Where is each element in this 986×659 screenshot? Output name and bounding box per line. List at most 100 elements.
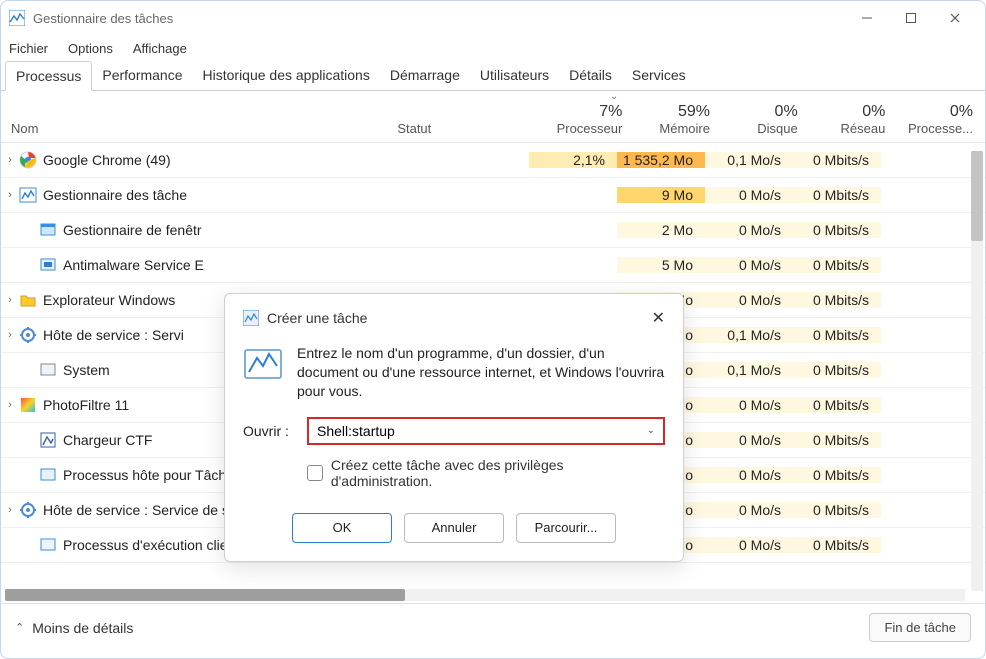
disk-cell: 0,1 Mo/s [705,327,793,343]
tab-processus[interactable]: Processus [5,61,92,91]
close-button[interactable] [933,3,977,33]
expand-chevron-icon[interactable]: › [1,294,19,306]
table-row[interactable]: › Gestionnaire des tâche 9 Mo0 Mo/s0 Mbits… [1,178,985,213]
chevron-up-icon: ⌃ [15,621,24,634]
net-cell: 0 Mbits/s [793,362,881,378]
disk-cell: 0 Mo/s [705,187,793,203]
net-cell: 0 Mbits/s [793,537,881,553]
menu-fichier[interactable]: Fichier [9,41,48,56]
mem-cell: 2 Mo [617,222,705,238]
process-icon [19,501,37,519]
net-cell: 0 Mbits/s [793,502,881,518]
tab-demarrage[interactable]: Démarrage [380,61,470,90]
disk-cell: 0 Mo/s [705,467,793,483]
process-icon [19,186,37,204]
process-name-cell: Google Chrome (49) [19,151,379,169]
sort-indicator-icon: ⌄ [610,91,618,102]
footer: ⌃ Moins de détails Fin de tâche [1,603,985,651]
ok-button[interactable]: OK [292,513,392,543]
menubar: Fichier Options Affichage [1,35,985,61]
table-row[interactable]: Gestionnaire de fenêtr 2 Mo0 Mo/s0 Mbits/… [1,213,985,248]
vertical-scrollbar[interactable] [971,151,983,591]
expand-chevron-icon[interactable]: › [1,329,19,341]
dialog-instruction: Entrez le nom d'un programme, d'un dossi… [297,344,665,401]
net-cell: 0 Mbits/s [793,257,881,273]
process-name: Chargeur CTF [63,432,152,448]
expand-chevron-icon[interactable]: › [1,504,19,516]
net-cell: 0 Mbits/s [793,327,881,343]
dialog-close-icon[interactable]: ✕ [652,308,665,328]
process-name-cell: Antimalware Service E [19,256,379,274]
create-task-dialog: Créer une tâche ✕ Entrez le nom d'un pro… [224,293,684,562]
col-cpu[interactable]: ⌄7%Processeur [547,91,635,136]
expand-chevron-icon[interactable]: › [1,154,19,166]
open-combobox[interactable]: Shell:startup ⌄ [307,417,665,445]
disk-cell: 0 Mo/s [705,432,793,448]
process-table-container: Nom Statut ⌄7%Processeur 59%Mémoire 0%Di… [1,91,985,603]
mem-cell: 5 Mo [617,257,705,273]
process-icon [39,221,57,239]
mem-cell: 9 Mo [617,187,705,203]
app-icon [9,10,25,26]
net-cell: 0 Mbits/s [793,397,881,413]
process-name: Gestionnaire des tâche [43,187,187,203]
tab-utilisateurs[interactable]: Utilisateurs [470,61,559,90]
dialog-icon [243,310,259,326]
disk-cell: 0,1 Mo/s [705,152,793,168]
net-cell: 0 Mbits/s [793,292,881,308]
expand-chevron-icon[interactable]: › [1,399,19,411]
horizontal-scrollbar[interactable] [5,589,965,601]
dialog-title: Créer une tâche [267,310,367,326]
tab-services[interactable]: Services [622,61,696,90]
cancel-button[interactable]: Annuler [404,513,504,543]
col-status[interactable]: Statut [397,121,546,136]
table-header: Nom Statut ⌄7%Processeur 59%Mémoire 0%Di… [1,91,985,143]
process-icon [19,291,37,309]
expand-chevron-icon[interactable]: › [1,189,19,201]
end-task-button[interactable]: Fin de tâche [869,613,971,642]
process-name-cell: Gestionnaire de fenêtr [19,221,379,239]
disk-cell: 0 Mo/s [705,222,793,238]
process-name: Gestionnaire de fenêtr [63,222,202,238]
tab-performance[interactable]: Performance [92,61,192,90]
run-icon [243,344,283,384]
cpu-cell: 2,1% [529,152,617,168]
chevron-down-icon: ⌄ [647,425,655,436]
process-name-cell: Gestionnaire des tâche [19,186,379,204]
disk-cell: 0 Mo/s [705,292,793,308]
table-row[interactable]: Antimalware Service E5 Mo0 Mo/s0 Mbits/s [1,248,985,283]
maximize-button[interactable] [889,3,933,33]
disk-cell: 0 Mo/s [705,537,793,553]
process-icon [39,536,57,554]
process-icon [39,466,57,484]
open-label: Ouvrir : [243,423,297,439]
minimize-button[interactable] [845,3,889,33]
table-row[interactable]: ›Google Chrome (49)2,1%1 535,2 Mo0,1 Mo/… [1,143,985,178]
menu-affichage[interactable]: Affichage [133,41,187,56]
col-disk[interactable]: 0%Disque [722,103,810,136]
tab-details[interactable]: Détails [559,61,622,90]
col-name[interactable]: Nom [1,121,397,136]
col-mem[interactable]: 59%Mémoire [634,103,722,136]
net-cell: 0 Mbits/s [793,432,881,448]
col-net[interactable]: 0%Réseau [810,103,898,136]
disk-cell: 0 Mo/s [705,502,793,518]
menu-options[interactable]: Options [68,41,113,56]
net-cell: 0 Mbits/s [793,222,881,238]
tab-historique[interactable]: Historique des applications [193,61,380,90]
window-controls [845,3,977,33]
process-icon [19,151,37,169]
process-name: Antimalware Service E [63,257,204,273]
process-icon [39,256,57,274]
scrollbar-thumb[interactable] [971,151,983,241]
scrollbar-thumb[interactable] [5,589,405,601]
process-icon [19,396,37,414]
less-details-label: Moins de détails [32,620,133,636]
less-details-toggle[interactable]: ⌃ Moins de détails [15,620,133,636]
col-gpu[interactable]: 0%Processe... [897,103,985,136]
browse-button[interactable]: Parcourir... [516,513,616,543]
process-name: System [63,362,110,378]
disk-cell: 0,1 Mo/s [705,362,793,378]
net-cell: 0 Mbits/s [793,187,881,203]
admin-checkbox[interactable] [307,465,323,481]
